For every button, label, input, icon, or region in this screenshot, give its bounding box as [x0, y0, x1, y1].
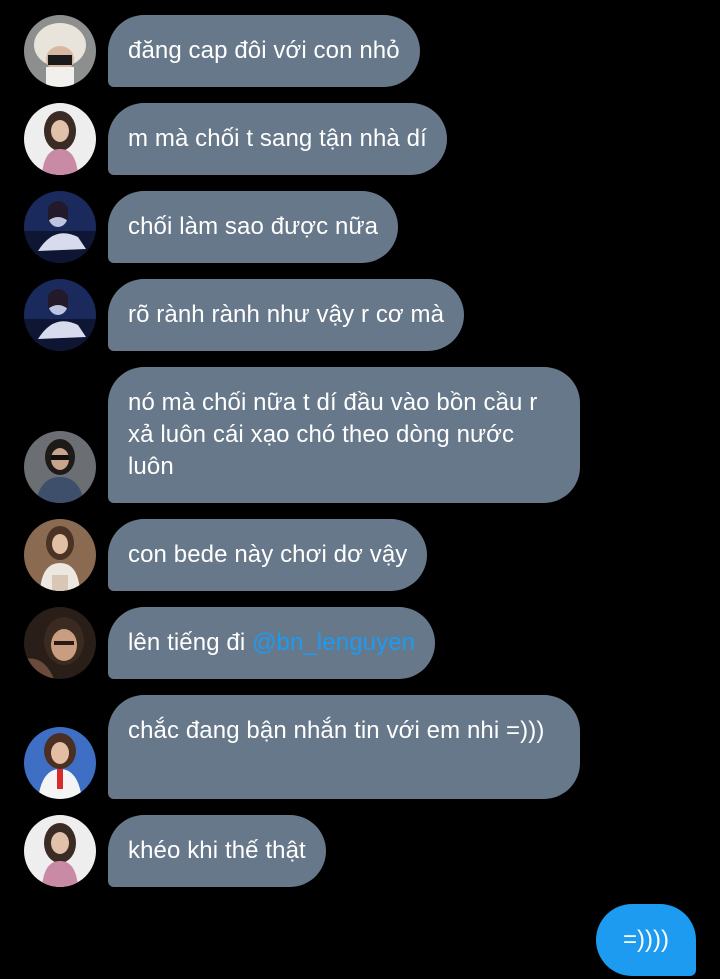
message-bubble[interactable]: chối làm sao được nữa [108, 191, 399, 263]
sent-message-bubble[interactable]: =)))) [596, 904, 696, 976]
sent-message-text: =)))) [623, 926, 669, 953]
avatar[interactable] [24, 815, 96, 887]
mention-link[interactable]: @bn_lenguyen [252, 629, 415, 656]
message-bubble[interactable]: m mà chối t sang tận nhà dí [108, 103, 447, 175]
message-bubble[interactable]: rõ rành rành như vậy r cơ mà [108, 279, 465, 351]
avatar[interactable] [24, 15, 96, 87]
message-text: rõ rành rành như vậy r cơ mà [128, 301, 445, 328]
message-text: đăng cap đôi với con nhỏ [128, 37, 400, 64]
message-text: khéo khi thế thật [128, 837, 306, 864]
message-bubble[interactable]: con bede này chơi dơ vậy [108, 519, 428, 591]
avatar[interactable] [24, 519, 96, 591]
avatar[interactable] [24, 727, 96, 799]
avatar[interactable] [24, 431, 96, 503]
avatar[interactable] [24, 607, 96, 679]
message-bubble[interactable]: đăng cap đôi với con nhỏ [108, 15, 420, 87]
avatar[interactable] [24, 103, 96, 175]
message-text: m mà chối t sang tận nhà dí [128, 125, 427, 152]
avatar[interactable] [24, 279, 96, 351]
message-bubble[interactable]: nó mà chối nữa t dí đầu vào bồn cầu r xả… [108, 367, 580, 503]
avatar[interactable] [24, 191, 96, 263]
message-text: lên tiếng đi [128, 629, 253, 656]
message-text: chối làm sao được nữa [128, 213, 379, 240]
message-text: con bede này chơi dơ vậy [128, 541, 408, 568]
message-bubble[interactable]: lên tiếng đi @bn_lenguyen [108, 607, 436, 679]
message-text: nó mà chối nữa t dí đầu vào bồn cầu r xả… [128, 389, 538, 480]
message-bubble[interactable]: khéo khi thế thật [108, 815, 326, 887]
message-text: chắc đang bận nhắn tin với em nhi =))) [128, 717, 545, 744]
message-bubble[interactable]: chắc đang bận nhắn tin với em nhi =))) [108, 695, 580, 799]
